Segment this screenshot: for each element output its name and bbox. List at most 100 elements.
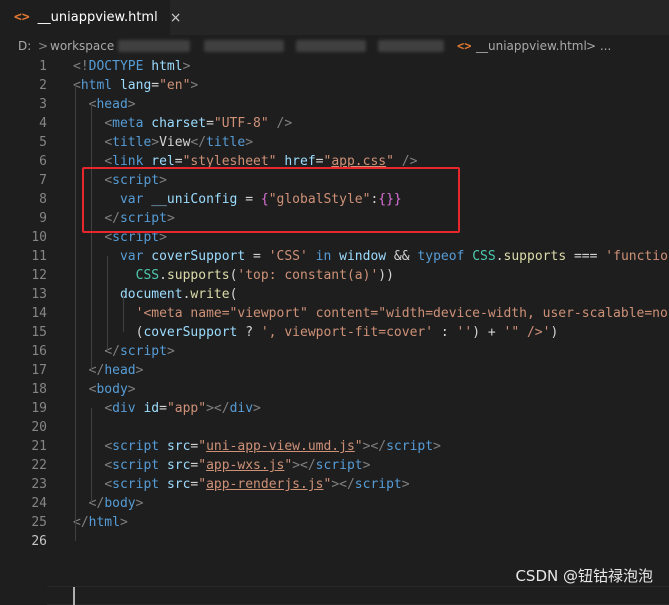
code-token: typeof bbox=[417, 249, 465, 264]
breadcrumb-more[interactable]: > ... bbox=[586, 39, 611, 53]
code-token: html bbox=[88, 515, 120, 530]
redacted-path bbox=[378, 40, 444, 52]
code-line[interactable]: 17 </head> bbox=[0, 361, 669, 380]
code-line[interactable]: 24 </body> bbox=[0, 494, 669, 513]
code-line[interactable]: 25 </html> bbox=[0, 513, 669, 532]
code-line[interactable]: 4 <meta charset="UTF-8" /> bbox=[0, 114, 669, 133]
code-token: View bbox=[159, 135, 191, 150]
code-token: '" />' bbox=[503, 325, 551, 340]
code-token: = bbox=[151, 78, 160, 93]
code-line[interactable]: 12 CSS.supports('top: constant(a)')) bbox=[0, 266, 669, 285]
redacted-path bbox=[118, 40, 190, 52]
code-token: ></ bbox=[362, 439, 387, 454]
code-token: supports bbox=[166, 268, 230, 283]
code-line[interactable]: 18 <body> bbox=[0, 380, 669, 399]
code-token: > bbox=[245, 135, 254, 150]
line-number: 2 bbox=[39, 78, 47, 93]
code-token: > bbox=[401, 477, 410, 492]
code-text: <head> bbox=[73, 95, 136, 114]
breadcrumb: D: > workspace <> __uniappview.html > ..… bbox=[0, 35, 669, 57]
code-text: <meta charset="UTF-8" /> bbox=[73, 114, 292, 133]
line-number: 15 bbox=[31, 325, 47, 340]
line-number: 24 bbox=[31, 496, 47, 511]
code-token: script bbox=[386, 439, 434, 454]
code-token: = bbox=[206, 116, 214, 131]
line-number: 11 bbox=[31, 249, 47, 264]
code-token: " bbox=[354, 439, 363, 454]
code-line[interactable]: 14 '<meta name="viewport" content="width… bbox=[0, 304, 669, 323]
code-text: document.write( bbox=[73, 285, 237, 304]
code-line[interactable]: 2 <html lang="en"> bbox=[0, 76, 669, 95]
code-token: <! bbox=[73, 59, 89, 74]
indent-guide bbox=[91, 408, 92, 503]
code-line[interactable]: 5 <title>View</title> bbox=[0, 133, 669, 152]
code-token: > bbox=[127, 97, 136, 112]
code-editor[interactable]: 1 <!DOCTYPE html> 2 <html lang="en"> 3 <head… bbox=[0, 57, 669, 605]
code-token: "app" bbox=[166, 401, 207, 416]
breadcrumb-file[interactable]: __uniappview.html bbox=[476, 39, 587, 53]
line-number: 1 bbox=[39, 59, 47, 74]
code-token: in bbox=[315, 249, 332, 264]
code-token: lang bbox=[119, 78, 152, 93]
code-token: " bbox=[198, 477, 207, 492]
code-token: ></ bbox=[331, 477, 355, 492]
code-token: < bbox=[104, 135, 113, 150]
code-line[interactable]: 11 var coverSupport = 'CSS' in window &&… bbox=[0, 247, 669, 266]
code-text: '<meta name="viewport" content="width=de… bbox=[73, 304, 669, 323]
code-token: script bbox=[112, 477, 160, 492]
line-number: 5 bbox=[39, 135, 47, 150]
tab-uniappview-html[interactable]: <> __uniappview.html × bbox=[0, 0, 181, 35]
line-number: 13 bbox=[31, 287, 47, 302]
code-line[interactable]: 1 <!DOCTYPE html> bbox=[0, 57, 669, 76]
code-token: script bbox=[112, 439, 160, 454]
code-token: CSS bbox=[135, 268, 160, 283]
tab-bar: <> __uniappview.html × bbox=[0, 0, 669, 35]
indent-guide bbox=[91, 104, 92, 370]
code-token: id bbox=[143, 401, 160, 416]
code-token: < bbox=[104, 477, 113, 492]
code-text: (coverSupport ? ', viewport-fit=cover' :… bbox=[73, 323, 559, 342]
close-icon[interactable]: × bbox=[170, 10, 182, 26]
code-line[interactable]: 3 <head> bbox=[0, 95, 669, 114]
code-token: < bbox=[104, 116, 113, 131]
indent-guide bbox=[75, 85, 76, 541]
code-token: meta bbox=[112, 116, 144, 131]
code-line[interactable]: 22 <script src="app-wxs.js"></script> bbox=[0, 456, 669, 475]
html-file-icon: <> bbox=[14, 10, 30, 25]
line-number: 23 bbox=[31, 477, 47, 492]
code-text: </head> bbox=[73, 361, 144, 380]
code-token: ></ bbox=[206, 401, 230, 416]
line-number: 20 bbox=[31, 420, 47, 435]
code-text: </body> bbox=[73, 494, 144, 513]
code-line[interactable]: 21 <script src="uni-app-view.umd.js"></s… bbox=[0, 437, 669, 456]
code-line[interactable]: 20 bbox=[0, 418, 669, 437]
html-file-icon: <> bbox=[457, 39, 472, 53]
code-line[interactable]: 13 document.write( bbox=[0, 285, 669, 304]
code-token: < bbox=[104, 439, 113, 454]
code-token: head bbox=[96, 97, 128, 112]
code-line[interactable]: 26 bbox=[0, 532, 669, 551]
code-token: < bbox=[104, 458, 113, 473]
code-line[interactable]: 16 </script> bbox=[0, 342, 669, 361]
code-text: <body> bbox=[73, 380, 136, 399]
line-number: 7 bbox=[39, 173, 47, 188]
code-token: : bbox=[433, 325, 457, 340]
tab-title: __uniappview.html bbox=[37, 10, 158, 25]
code-token: write bbox=[190, 287, 230, 302]
code-line[interactable]: 15 (coverSupport ? ', viewport-fit=cover… bbox=[0, 323, 669, 342]
breadcrumb-folder[interactable]: workspace bbox=[50, 39, 114, 53]
code-line[interactable]: 19 <div id="app"></div> bbox=[0, 399, 669, 418]
breadcrumb-drive[interactable]: D: bbox=[18, 39, 31, 53]
code-line[interactable]: 23 <script src="app-renderjs.js"></scrip… bbox=[0, 475, 669, 494]
code-token: " bbox=[198, 458, 207, 473]
code-token: /> bbox=[276, 116, 293, 131]
line-number: 3 bbox=[39, 97, 47, 112]
code-token: charset bbox=[151, 116, 207, 131]
